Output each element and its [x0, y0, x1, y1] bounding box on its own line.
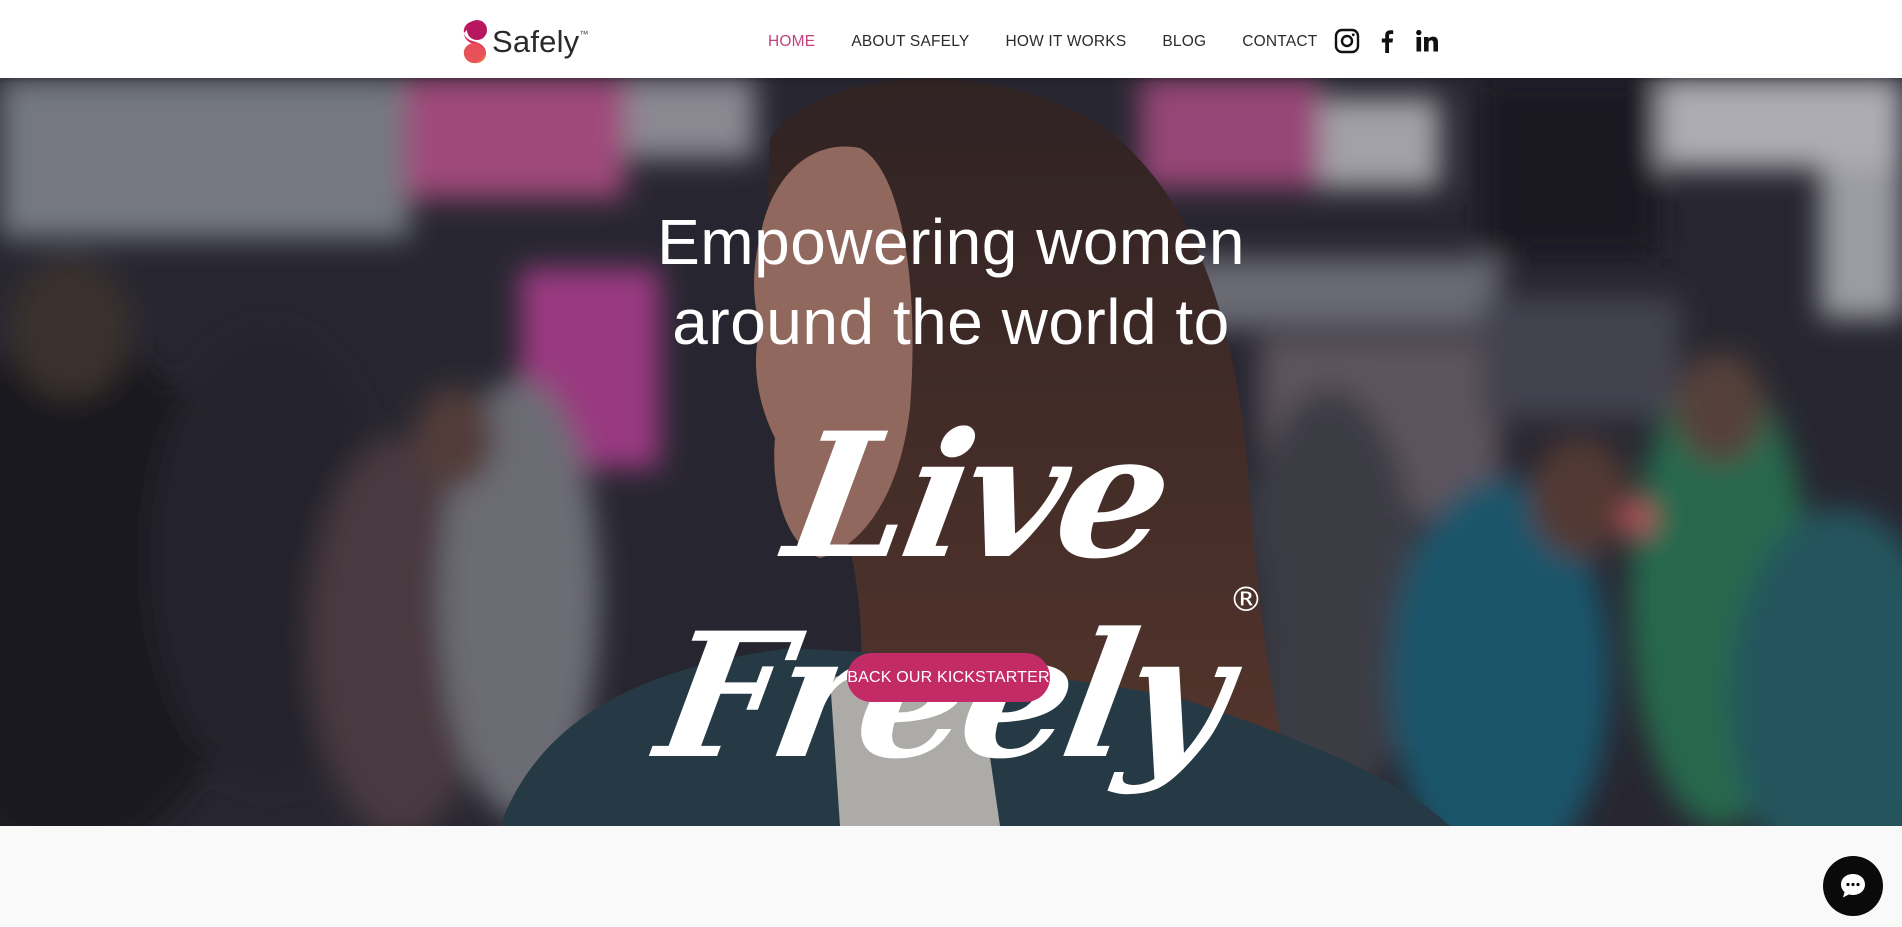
linkedin-icon[interactable]: [1414, 28, 1440, 54]
safely-logo[interactable]: Safely ™: [460, 19, 588, 65]
safely-logo-mark-icon: [463, 20, 487, 64]
logo-trademark: ™: [579, 29, 589, 39]
back-our-kickstarter-button[interactable]: BACK OUR KICKSTARTER: [847, 653, 1050, 702]
chat-widget-button[interactable]: [1823, 856, 1883, 916]
social-links: [1334, 28, 1440, 54]
site-header: Safely ™ HOME ABOUT SAFELY HOW IT WORKS …: [0, 0, 1902, 78]
hero-headline-line2: around the world to: [672, 286, 1230, 358]
content-section: [0, 826, 1902, 927]
nav-how-it-works[interactable]: HOW IT WORKS: [1005, 33, 1126, 51]
facebook-icon[interactable]: [1374, 28, 1400, 54]
hero-headline-line1: Empowering women: [657, 206, 1245, 278]
instagram-icon[interactable]: [1334, 28, 1360, 54]
nav-home[interactable]: HOME: [768, 33, 815, 51]
nav-about-safely[interactable]: ABOUT SAFELY: [851, 33, 969, 51]
hero-headline: Empowering women around the world to: [551, 202, 1351, 362]
hero-section: Empowering women around the world to Liv…: [0, 78, 1902, 826]
registered-mark: ®: [1229, 580, 1263, 620]
logo-wordmark: Safely: [492, 24, 580, 59]
live-freely-script: Live Freely: [646, 394, 1240, 797]
nav-blog[interactable]: BLOG: [1162, 33, 1206, 51]
nav-contact[interactable]: CONTACT: [1242, 33, 1317, 51]
chat-bubble-icon: [1841, 874, 1865, 898]
main-nav: HOME ABOUT SAFELY HOW IT WORKS BLOG CONT…: [768, 0, 1353, 84]
